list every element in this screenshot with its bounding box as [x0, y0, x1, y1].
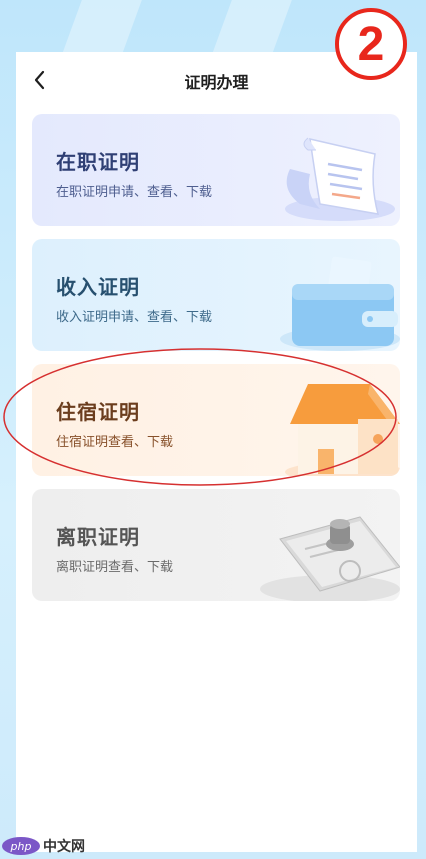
- card-subtitle: 收入证明申请、查看、下载: [56, 309, 213, 324]
- app-screen: 证明办理 在职证明 在职证明申请、查看、下载 收入证明 收入证明申请、查看、下载: [16, 52, 417, 852]
- step-number-badge: 2: [335, 8, 407, 80]
- card-title: 离职证明: [56, 527, 140, 549]
- income-certificate-card[interactable]: 收入证明 收入证明申请、查看、下载: [32, 239, 400, 351]
- php-logo: php: [2, 837, 40, 855]
- accommodation-certificate-card[interactable]: 住宿证明 住宿证明查看、下载: [32, 364, 400, 476]
- resignation-certificate-card[interactable]: 离职证明 离职证明查看、下载: [32, 489, 400, 601]
- card-title: 在职证明: [56, 152, 140, 174]
- house-icon: [285, 384, 400, 476]
- card-subtitle: 离职证明查看、下载: [56, 559, 174, 574]
- card-title: 住宿证明: [56, 402, 140, 424]
- card-title: 收入证明: [56, 277, 140, 299]
- site-watermark: php 中文网: [2, 835, 85, 857]
- stamp-icon: [260, 516, 400, 601]
- document-scroll-icon: [285, 137, 395, 221]
- card-subtitle: 在职证明申请、查看、下载: [56, 184, 213, 199]
- employment-certificate-card[interactable]: 在职证明 在职证明申请、查看、下载: [32, 114, 400, 226]
- wallet-icon: [280, 256, 400, 351]
- card-subtitle: 住宿证明查看、下载: [56, 434, 174, 449]
- watermark-text: 中文网: [43, 838, 85, 854]
- step-number: 2: [358, 18, 385, 71]
